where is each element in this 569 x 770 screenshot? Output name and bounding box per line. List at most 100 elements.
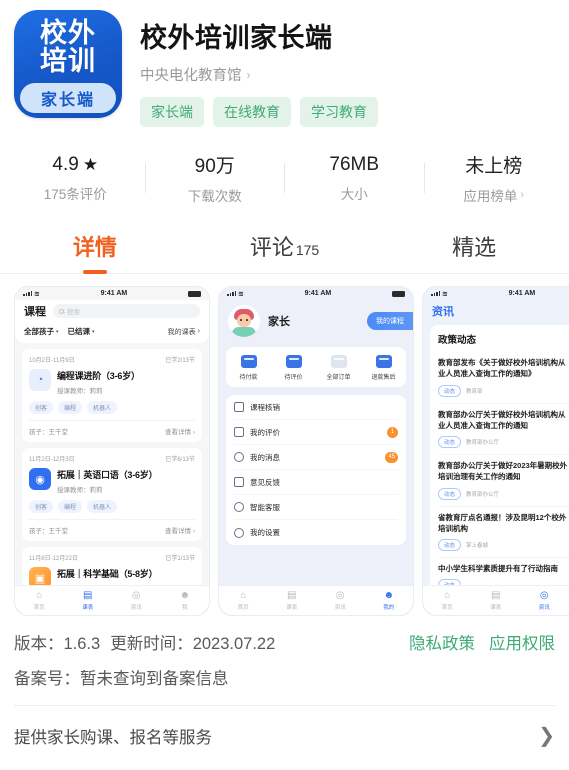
- status-bar: ≋ 9:41 AM: [15, 287, 209, 300]
- quick-action-unreviewed[interactable]: 待评价: [271, 355, 316, 381]
- course-date: 11月2日-12月3日: [29, 457, 75, 463]
- screenshot-gallery[interactable]: ≋ 9:41 AM 课程 搜索 全部孩子 ▾ 已结课 ▾ 我的课表 › 10月2…: [0, 274, 569, 616]
- course-text: 拓展｜英语口语（3-6岁） 授课教师：莉莉: [57, 468, 158, 494]
- version-label: 版本：: [14, 635, 64, 653]
- menu-item-messages[interactable]: 我的消息 45: [234, 445, 398, 470]
- news-item[interactable]: 教育部办公厅关于做好2023年暑期校外培训治理有关工作的通知 动态 教育部办公厅: [438, 455, 569, 507]
- category-tag[interactable]: 学习教育: [300, 97, 378, 127]
- course-footer-row: 孩子：王千堂 查看详情 ›: [29, 519, 195, 535]
- nav-item-schedule[interactable]: ▤ 课表: [472, 590, 521, 611]
- news-item-source: 掌上春城: [466, 543, 489, 549]
- course-card[interactable]: 10月2日-11月9日 已学2/13节 ◔ 编程课进阶（3-6岁） 授课教师：莉…: [22, 349, 202, 442]
- filter-status[interactable]: 已结课 ▾: [68, 326, 95, 337]
- course-date: 10月2日-11月9日: [29, 358, 75, 364]
- stat-downloads-sub: 下载次数: [146, 185, 285, 205]
- nav-item-schedule[interactable]: ▤ 课表: [268, 590, 317, 611]
- news-item-headline: 教育部发布《关于做好校外培训机构从业人员准入查询工作的通知》: [438, 358, 566, 379]
- home-icon: ⌂: [240, 589, 247, 601]
- courses-title: 课程: [24, 306, 46, 318]
- tab-comments-count: 175: [295, 242, 320, 258]
- search-input[interactable]: 搜索: [53, 304, 200, 318]
- news-item[interactable]: 教育部办公厅关于做好校外培训机构从业人员准入查询工作的通知 动态 教育部办公厅: [438, 404, 569, 455]
- wifi-icon: ≋: [238, 290, 244, 298]
- service-description-row[interactable]: 提供家长购课、报名等服务 ❯: [0, 706, 569, 748]
- tab-comments[interactable]: 评论 175: [190, 230, 380, 273]
- profile-menu-list: 课程核销 我的评价 1 我的消息 45 意见反馈 智能客服 我的设置: [226, 395, 406, 545]
- course-text: 编程课进阶（3-6岁） 授课教师：莉莉: [57, 369, 140, 395]
- menu-item-verify[interactable]: 课程核销: [234, 395, 398, 420]
- stat-downloads: 90万 下载次数: [146, 151, 285, 205]
- nav-item-home[interactable]: ⌂ 首页: [423, 590, 472, 611]
- app-icon-band-label: 家长端: [40, 92, 95, 109]
- chevron-down-icon: ▾: [92, 328, 95, 335]
- menu-item-feedback[interactable]: 意见反馈: [234, 470, 398, 495]
- quick-action-refund[interactable]: 退款售后: [361, 355, 406, 381]
- privacy-policy-link[interactable]: 隐私政策: [409, 630, 475, 654]
- version-value: 1.6.3: [63, 635, 101, 653]
- avatar[interactable]: [228, 305, 260, 337]
- star-icon: ★: [82, 154, 99, 174]
- menu-item-reviews-label: 我的评价: [250, 427, 280, 437]
- news-item-source: 教育部: [466, 388, 483, 395]
- stat-ranking-sub[interactable]: 应用榜单 ›: [425, 185, 564, 205]
- stat-ranking-value-row: 未上榜: [425, 151, 564, 178]
- news-title: 资讯: [432, 306, 454, 318]
- person-icon: ☻: [179, 589, 191, 601]
- filter-child[interactable]: 全部孩子 ▾: [24, 326, 59, 337]
- course-detail-link[interactable]: 查看详情 ›: [165, 525, 195, 535]
- course-card[interactable]: 11月2日-12月3日 已学6/13节 ◉ 拓展｜英语口语（3-6岁） 授课教师…: [22, 448, 202, 541]
- stat-size-value: 76MB: [329, 153, 380, 175]
- news-item[interactable]: 省教育厅点名通报！涉及昆明12个校外培训机构 动态 掌上春城: [438, 507, 569, 558]
- menu-item-settings[interactable]: 我的设置: [234, 520, 398, 545]
- app-icon[interactable]: 校外 培训 家长端: [14, 10, 122, 118]
- category-tag[interactable]: 在线教育: [213, 97, 291, 127]
- app-icon-text: 校外 培训: [14, 19, 122, 75]
- category-tag[interactable]: 家长端: [140, 97, 204, 127]
- nav-item-news[interactable]: ◎ 资讯: [520, 589, 569, 611]
- nav-item-news[interactable]: ◎ 资讯: [112, 590, 161, 611]
- news-icon: ◎: [539, 589, 549, 601]
- stat-rating-sub-label: 175条评价: [43, 186, 107, 202]
- tab-details-label: 详情: [72, 235, 117, 260]
- quick-action-unreviewed-label: 待评价: [284, 375, 303, 381]
- menu-item-reviews[interactable]: 我的评价 1: [234, 420, 398, 445]
- course-tag: 编程: [58, 500, 83, 513]
- my-course-button[interactable]: 我的课程: [367, 312, 413, 330]
- battery-icon: [188, 290, 201, 297]
- stat-size: 76MB 大小: [285, 154, 424, 203]
- developer-link[interactable]: 中央电化教育馆 ›: [140, 64, 378, 85]
- course-progress: 已学1/13节: [165, 556, 195, 562]
- nav-item-schedule-label: 课表: [82, 604, 94, 611]
- filter-status-label: 已结课: [67, 327, 91, 336]
- star-bubble-icon: [234, 427, 244, 437]
- stat-rating-sub: 175条评价: [6, 183, 145, 203]
- screenshot-profile[interactable]: ≋ 9:41 AM 家长 我的课程 待付款 待评价 全部订单 退款售后 课程核销…: [218, 286, 414, 616]
- screenshot-news[interactable]: ≋ 9:41 AM 资讯 政策动态 教育部发布《关于做好校外培训机构从业人员准入…: [422, 286, 569, 616]
- nav-item-profile[interactable]: ☻ 我的: [365, 590, 414, 611]
- news-item-text: 教育部办公厅关于做好校外培训机构从业人员准入查询工作的通知 动态 教育部办公厅: [438, 409, 569, 448]
- screenshot-courses[interactable]: ≋ 9:41 AM 课程 搜索 全部孩子 ▾ 已结课 ▾ 我的课表 › 10月2…: [14, 286, 210, 616]
- nav-item-news[interactable]: ◎ 资讯: [316, 590, 365, 611]
- avatar-eye: [240, 319, 242, 321]
- menu-item-support[interactable]: 智能客服: [234, 495, 398, 520]
- course-child: 孩子：王千堂: [29, 528, 68, 535]
- menu-item-verify-label: 课程核销: [250, 402, 280, 412]
- news-item-pill: 动态: [438, 384, 462, 397]
- wifi-icon: ≋: [442, 290, 448, 298]
- nav-item-home[interactable]: ⌂ 首页: [219, 589, 268, 611]
- status-bar-time: 9:41 AM: [100, 290, 128, 297]
- nav-item-schedule[interactable]: ▤ 课表: [64, 590, 113, 611]
- quick-action-unpaid[interactable]: 待付款: [226, 355, 271, 381]
- course-detail-link[interactable]: 查看详情 ›: [165, 426, 195, 436]
- tab-featured[interactable]: 精选: [379, 230, 569, 273]
- news-item[interactable]: 教育部发布《关于做好校外培训机构从业人员准入查询工作的通知》 动态 教育部: [438, 352, 569, 404]
- nav-item-profile[interactable]: ☻ 我: [161, 589, 210, 611]
- my-schedule-link[interactable]: 我的课表 ›: [168, 327, 200, 337]
- chevron-right-icon: ›: [246, 67, 251, 82]
- nav-item-news-label: 资讯: [538, 604, 550, 611]
- app-permission-link[interactable]: 应用权限: [489, 630, 555, 654]
- tab-details[interactable]: 详情: [0, 230, 190, 274]
- nav-item-home[interactable]: ⌂ 首页: [15, 590, 64, 611]
- quick-action-all-orders[interactable]: 全部订单: [316, 355, 361, 381]
- stat-ranking[interactable]: 未上榜 应用榜单 ›: [425, 151, 564, 205]
